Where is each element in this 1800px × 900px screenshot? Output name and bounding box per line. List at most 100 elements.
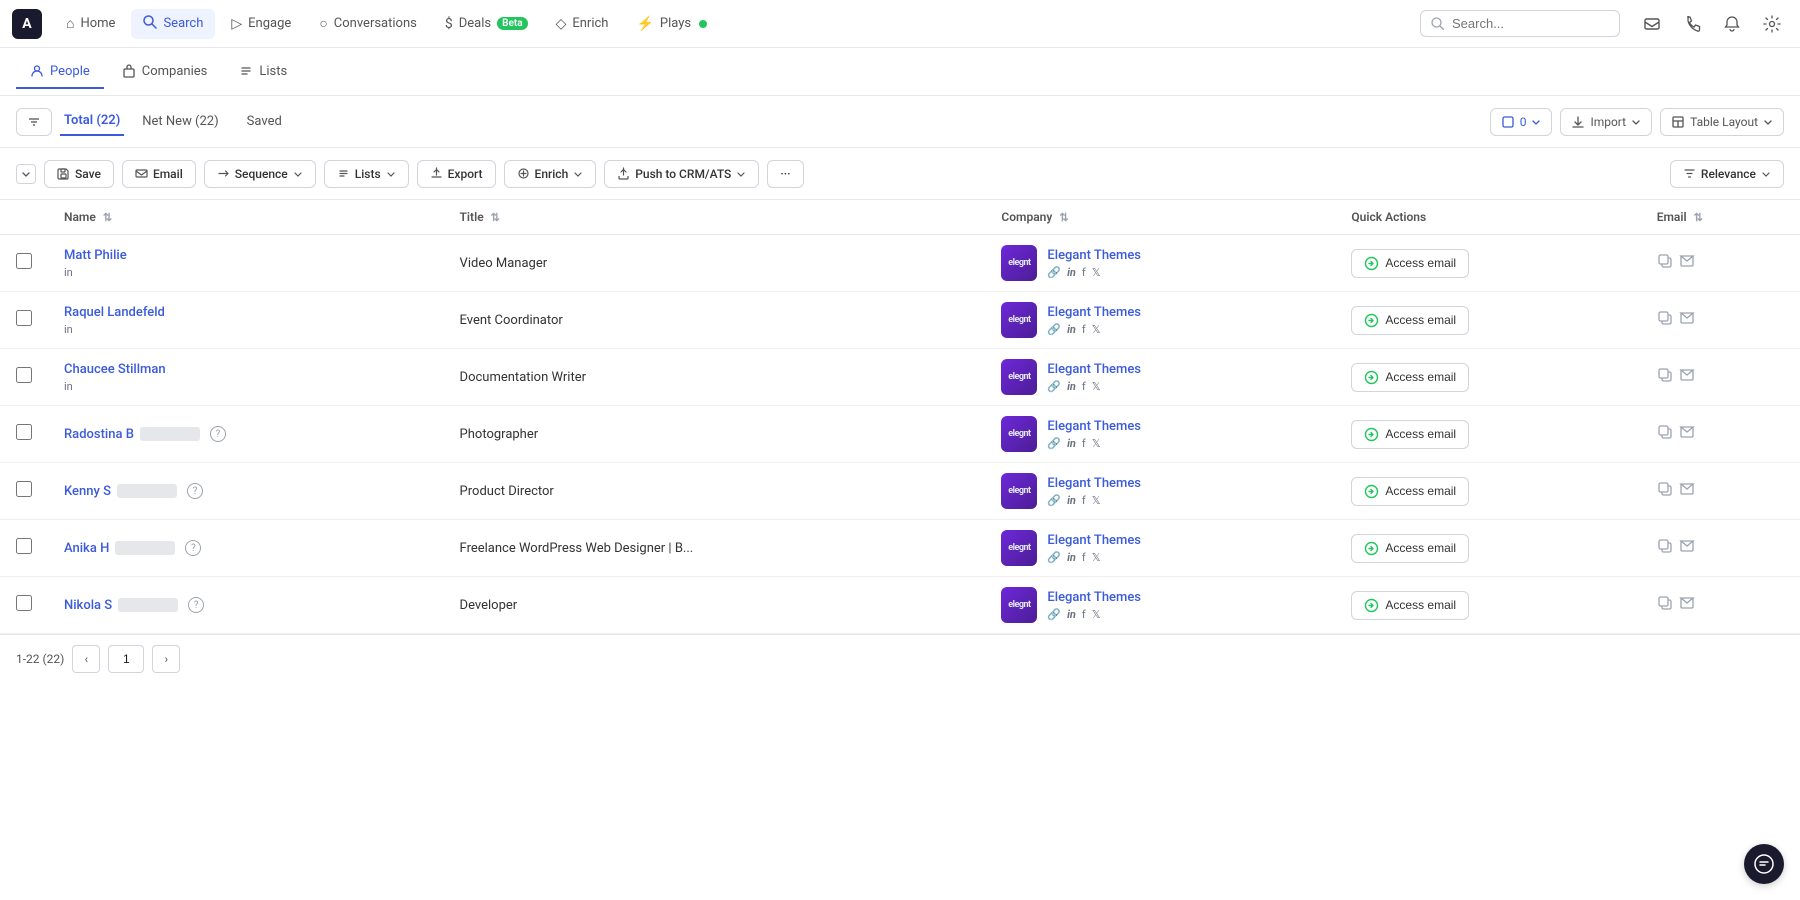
pagination-next[interactable]: ›	[152, 645, 180, 673]
email-copy-icon[interactable]	[1657, 367, 1673, 387]
company-facebook-icon[interactable]: f	[1082, 323, 1086, 336]
company-website-icon[interactable]: 🔗	[1047, 608, 1061, 621]
filter-net-new[interactable]: Net New (22)	[132, 108, 228, 135]
select-all-checkbox[interactable]	[16, 164, 36, 184]
company-linkedin-icon[interactable]: in	[1067, 551, 1076, 564]
export-btn[interactable]: Export	[417, 160, 496, 188]
company-twitter-icon[interactable]: 𝕏	[1092, 323, 1101, 336]
email-compose-icon[interactable]	[1679, 253, 1695, 273]
nav-item-engage[interactable]: ▷ Engage	[219, 10, 303, 38]
row-checkbox[interactable]	[16, 310, 32, 326]
person-name-link[interactable]: Raquel Landefeld	[64, 305, 165, 320]
col-company[interactable]: Company ⇅	[985, 200, 1335, 235]
access-email-btn[interactable]: Access email	[1351, 534, 1469, 563]
company-linkedin-icon[interactable]: in	[1067, 608, 1076, 621]
company-name-link[interactable]: Elegant Themes	[1047, 419, 1141, 434]
email-compose-icon[interactable]	[1679, 595, 1695, 615]
enrich-btn[interactable]: Enrich	[504, 160, 597, 188]
pagination-prev[interactable]: ‹	[72, 645, 100, 673]
company-website-icon[interactable]: 🔗	[1047, 323, 1061, 336]
company-facebook-icon[interactable]: f	[1082, 494, 1086, 507]
relevance-btn[interactable]: Relevance	[1670, 160, 1784, 188]
company-name-link[interactable]: Elegant Themes	[1047, 533, 1141, 548]
help-icon[interactable]: ?	[210, 426, 226, 442]
company-name-link[interactable]: Elegant Themes	[1047, 362, 1141, 377]
person-name-link[interactable]: Kenny S	[64, 484, 111, 499]
email-btn[interactable]: Email	[122, 160, 196, 188]
inbox-icon-btn[interactable]	[1636, 8, 1668, 40]
company-website-icon[interactable]: 🔗	[1047, 266, 1061, 279]
col-email[interactable]: Email ⇅	[1641, 200, 1800, 235]
company-facebook-icon[interactable]: f	[1082, 551, 1086, 564]
company-website-icon[interactable]: 🔗	[1047, 551, 1061, 564]
phone-icon-btn[interactable]	[1676, 8, 1708, 40]
access-email-btn[interactable]: Access email	[1351, 306, 1469, 335]
company-facebook-icon[interactable]: f	[1082, 437, 1086, 450]
company-linkedin-icon[interactable]: in	[1067, 437, 1076, 450]
filter-total[interactable]: Total (22)	[60, 107, 124, 136]
company-linkedin-icon[interactable]: in	[1067, 494, 1076, 507]
email-copy-icon[interactable]	[1657, 310, 1673, 330]
email-compose-icon[interactable]	[1679, 367, 1695, 387]
linkedin-social-icon[interactable]: in	[64, 380, 73, 393]
row-checkbox[interactable]	[16, 424, 32, 440]
company-twitter-icon[interactable]: 𝕏	[1092, 266, 1101, 279]
company-facebook-icon[interactable]: f	[1082, 380, 1086, 393]
sub-nav-companies[interactable]: Companies	[108, 56, 222, 89]
row-checkbox[interactable]	[16, 538, 32, 554]
person-name-link[interactable]: Chaucee Stillman	[64, 362, 166, 377]
company-twitter-icon[interactable]: 𝕏	[1092, 551, 1101, 564]
chat-bubble[interactable]	[1744, 844, 1784, 884]
filter-options-btn[interactable]	[16, 108, 52, 136]
more-actions-btn[interactable]: ···	[767, 160, 803, 188]
email-compose-icon[interactable]	[1679, 481, 1695, 501]
email-copy-icon[interactable]	[1657, 253, 1673, 273]
help-icon[interactable]: ?	[188, 597, 204, 613]
help-icon[interactable]: ?	[187, 483, 203, 499]
push-crm-btn[interactable]: Push to CRM/ATS	[604, 160, 759, 188]
person-name-link[interactable]: Matt Philie	[64, 248, 127, 263]
import-btn[interactable]: Import	[1560, 108, 1652, 136]
company-facebook-icon[interactable]: f	[1082, 266, 1086, 279]
company-twitter-icon[interactable]: 𝕏	[1092, 380, 1101, 393]
email-compose-icon[interactable]	[1679, 424, 1695, 444]
access-email-btn[interactable]: Access email	[1351, 249, 1469, 278]
nav-item-conversations[interactable]: ○ Conversations	[307, 9, 429, 38]
sub-nav-people[interactable]: People	[16, 56, 104, 89]
company-name-link[interactable]: Elegant Themes	[1047, 590, 1141, 605]
person-name-link[interactable]: Nikola S	[64, 598, 112, 613]
col-name[interactable]: Name ⇅	[48, 200, 444, 235]
bell-icon-btn[interactable]	[1716, 8, 1748, 40]
page-number-input[interactable]	[108, 645, 144, 673]
email-copy-icon[interactable]	[1657, 595, 1673, 615]
company-website-icon[interactable]: 🔗	[1047, 380, 1061, 393]
row-checkbox[interactable]	[16, 367, 32, 383]
settings-icon-btn[interactable]	[1756, 8, 1788, 40]
company-website-icon[interactable]: 🔗	[1047, 494, 1061, 507]
access-email-btn[interactable]: Access email	[1351, 477, 1469, 506]
company-linkedin-icon[interactable]: in	[1067, 266, 1076, 279]
nav-item-plays[interactable]: ⚡ Plays	[624, 10, 719, 38]
company-name-link[interactable]: Elegant Themes	[1047, 305, 1141, 320]
sub-nav-lists[interactable]: Lists	[225, 56, 301, 89]
nav-item-home[interactable]: ⌂ Home	[54, 9, 127, 38]
person-name-link[interactable]: Radostina B	[64, 427, 134, 442]
nav-item-search[interactable]: Search	[131, 9, 215, 39]
global-search-input[interactable]	[1452, 16, 1592, 31]
table-layout-btn[interactable]: Table Layout	[1660, 108, 1784, 136]
company-name-link[interactable]: Elegant Themes	[1047, 248, 1141, 263]
access-email-btn[interactable]: Access email	[1351, 591, 1469, 620]
person-name-link[interactable]: Anika H	[64, 541, 109, 556]
sequence-btn[interactable]: Sequence	[204, 160, 316, 188]
company-website-icon[interactable]: 🔗	[1047, 437, 1061, 450]
company-linkedin-icon[interactable]: in	[1067, 323, 1076, 336]
email-copy-icon[interactable]	[1657, 481, 1673, 501]
lists-btn[interactable]: Lists	[324, 160, 409, 188]
save-btn[interactable]: Save	[44, 160, 114, 188]
nav-item-deals[interactable]: $ Deals Beta	[433, 10, 540, 38]
email-copy-icon[interactable]	[1657, 424, 1673, 444]
company-linkedin-icon[interactable]: in	[1067, 380, 1076, 393]
row-checkbox[interactable]	[16, 253, 32, 269]
filter-saved[interactable]: Saved	[237, 108, 292, 135]
global-search[interactable]	[1420, 10, 1620, 37]
